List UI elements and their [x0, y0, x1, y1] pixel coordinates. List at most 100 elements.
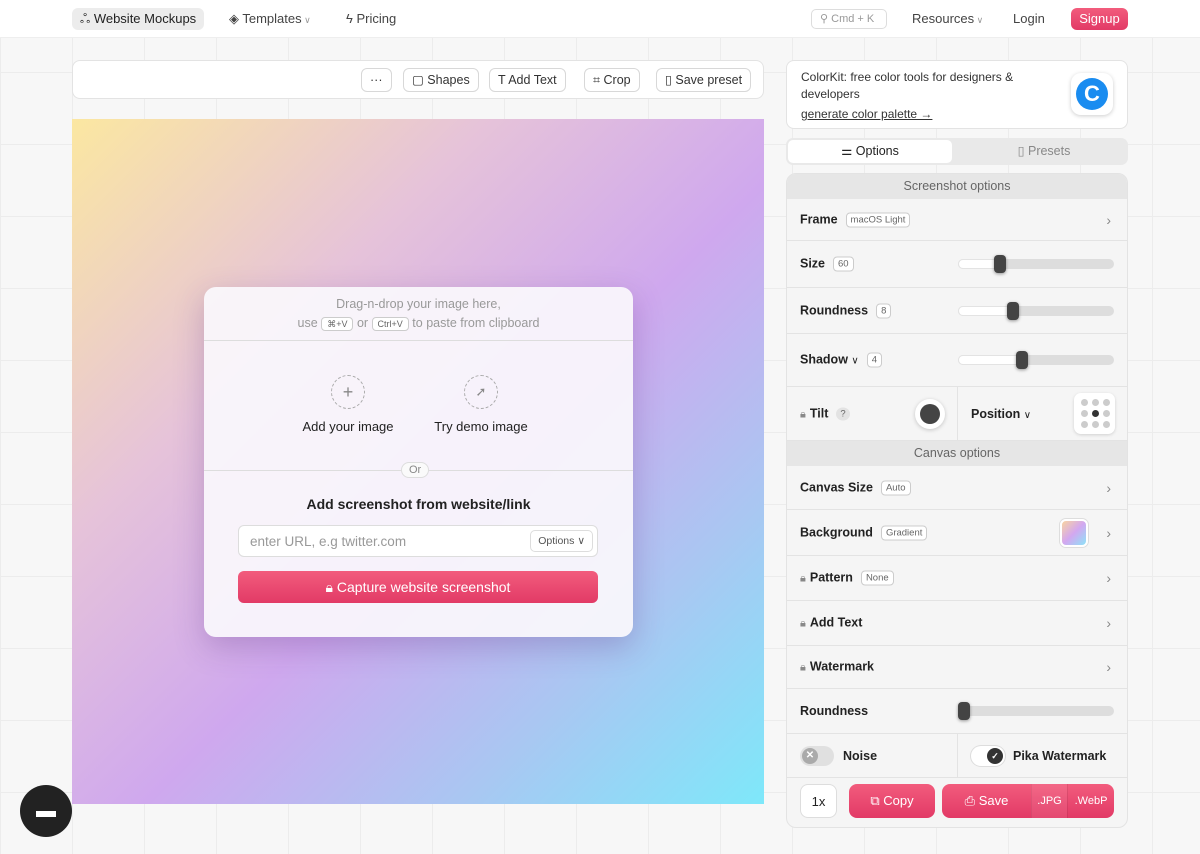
tab-options[interactable]: ⚌ Options [788, 140, 952, 163]
position-dot[interactable] [1103, 421, 1110, 428]
size-slider[interactable] [958, 255, 1114, 273]
copy-icon: ⧉ [870, 793, 884, 808]
position-dot[interactable] [1092, 421, 1099, 428]
roundness-row: Roundness 8 [787, 288, 1127, 334]
export-bar: 1x ⧉ Copy ⎙ Save .JPG .WebP [787, 776, 1127, 827]
text-icon: T [498, 73, 509, 87]
tilt-knob[interactable] [915, 399, 945, 429]
cursor-icon: ➚ [464, 375, 498, 409]
chat-icon: ▬ [36, 800, 56, 822]
editor-toolbar: ··· ▢ Shapes T Add Text ⌗ Crop ▯ Save pr… [72, 60, 764, 99]
frame-row[interactable]: Frame macOS Light › [787, 199, 1127, 241]
canvas-roundness-row: Roundness [787, 689, 1127, 734]
options-panel: Screenshot options Frame macOS Light › Siz… [786, 173, 1128, 828]
mockup-canvas[interactable]: Drag-n-drop your image here, use ⌘+V or … [72, 119, 764, 804]
save-preset-button[interactable]: ▯ Save preset [656, 68, 752, 92]
canvas-size-row[interactable]: Canvas Size Auto › [787, 466, 1127, 510]
save-button[interactable]: ⎙ Save [942, 784, 1031, 818]
canvas-roundness-slider[interactable] [958, 702, 1114, 720]
lock-icon: 🔒︎ [325, 579, 337, 595]
save-group: ⎙ Save .JPG .WebP [942, 784, 1114, 818]
chevron-down-icon: ∨ [1023, 409, 1032, 421]
copy-button[interactable]: ⧉ Copy [849, 784, 935, 818]
url-input[interactable]: enter URL, e.g twitter.com Options ∨ [238, 525, 598, 557]
ad-card[interactable]: ColorKit: free color tools for designers… [786, 60, 1128, 129]
chevron-right-icon: › [1106, 570, 1111, 586]
shapes-button[interactable]: ▢ Shapes [403, 68, 479, 92]
kbd-win: Ctrl+V [371, 317, 409, 331]
demo-image-button[interactable]: ➚ Try demo image [431, 375, 531, 434]
background-swatch[interactable] [1060, 519, 1088, 547]
watermark-row[interactable]: 🔒︎ Watermark › [787, 646, 1127, 689]
chevron-right-icon: › [1106, 211, 1111, 228]
more-button[interactable]: ··· [361, 68, 392, 92]
kbd-mac: ⌘+V [321, 317, 354, 331]
position-dot[interactable] [1103, 410, 1110, 417]
add-image-button[interactable]: + Add your image [300, 375, 396, 434]
chat-button[interactable]: ▬ [20, 785, 72, 837]
capture-button[interactable]: 🔒︎ Capture website screenshot [238, 571, 598, 603]
square-icon: ▢ [412, 73, 428, 87]
signup-button[interactable]: Signup [1071, 8, 1128, 30]
login-link[interactable]: Login [1005, 8, 1053, 30]
position-dot[interactable] [1103, 399, 1110, 406]
pattern-row[interactable]: 🔒︎ Pattern None › [787, 556, 1127, 601]
position-dot[interactable] [1092, 399, 1099, 406]
position-grid[interactable] [1074, 393, 1115, 434]
top-nav: ஃ Website Mockups ◈ Templates ∨ ϟ Pricin… [0, 0, 1200, 38]
upload-card: Drag-n-drop your image here, use ⌘+V or … [204, 287, 633, 637]
nav-pricing[interactable]: ϟ Pricing [338, 8, 404, 30]
lock-icon: 🔒︎ [800, 572, 806, 585]
save-jpg-button[interactable]: .JPG [1031, 784, 1067, 818]
ad-link[interactable]: generate color palette → [801, 106, 1113, 123]
crop-icon: ⌗ [593, 73, 604, 87]
search-icon: ⚲ [820, 13, 832, 25]
bolt-icon: ϟ [346, 11, 357, 26]
chevron-down-icon: ∨ [301, 15, 311, 25]
position-dot[interactable] [1092, 410, 1099, 417]
shadow-row: Shadow ∨ 4 [787, 334, 1127, 387]
add-text-button[interactable]: T Add Text [489, 68, 566, 92]
section-header: Screenshot options [787, 174, 1127, 199]
divider: Or [204, 462, 633, 478]
chevron-down-icon: ∨ [974, 15, 984, 25]
noise-toggle[interactable]: ✕ [800, 745, 834, 766]
shadow-slider[interactable] [958, 351, 1114, 369]
roundness-slider[interactable] [958, 301, 1114, 320]
bookmark-icon: ▯ [665, 73, 676, 87]
bookmark-icon: ▯ [1017, 144, 1028, 158]
position-dot[interactable] [1081, 421, 1088, 428]
background-row[interactable]: Background Gradient › [787, 510, 1127, 556]
chevron-right-icon: › [1106, 659, 1111, 675]
nav-templates[interactable]: ◈ Templates ∨ [221, 8, 319, 30]
lock-icon: 🔒︎ [800, 408, 806, 420]
position-dot[interactable] [1081, 410, 1088, 417]
search-button[interactable]: ⚲ Cmd + K [811, 9, 887, 29]
save-webp-button[interactable]: .WebP [1067, 784, 1114, 818]
pika-watermark-toggle[interactable]: ✓ [971, 745, 1005, 766]
options-dropdown[interactable]: Options ∨ [530, 530, 593, 552]
panel-tabs: ⚌ Options ▯ Presets [786, 138, 1128, 165]
nav-resources[interactable]: Resources ∨ [904, 8, 991, 30]
chevron-right-icon: › [1106, 479, 1111, 496]
position-dot[interactable] [1081, 399, 1088, 406]
size-row: Size 60 [787, 241, 1127, 288]
nav-website-mockups[interactable]: ஃ Website Mockups [72, 8, 205, 30]
lock-icon: 🔒︎ [800, 617, 806, 630]
add-text-row[interactable]: 🔒︎ Add Text › [787, 601, 1127, 646]
x-icon: ✕ [802, 747, 818, 764]
scale-select[interactable]: 1x [800, 784, 837, 818]
chevron-down-icon: ∨ [577, 535, 585, 547]
chevron-right-icon: › [1106, 615, 1111, 631]
toggles-row: ✕ Noise ✓ Pika Watermark [787, 734, 1127, 778]
tab-presets[interactable]: ▯ Presets [962, 140, 1126, 163]
templates-icon: ◈ [229, 11, 243, 26]
sliders-icon: ⚌ [841, 144, 856, 158]
file-download-icon: ⎙ [964, 793, 979, 808]
crop-button[interactable]: ⌗ Crop [584, 68, 640, 92]
tilt-position-row: 🔒︎ Tilt? Position ∨ [787, 387, 1127, 441]
section-header: Canvas options [787, 441, 1127, 466]
drop-zone-hint[interactable]: Drag-n-drop your image here, use ⌘+V or … [204, 287, 633, 341]
website-title: Add screenshot from website/link [306, 496, 531, 512]
chevron-right-icon: › [1106, 524, 1111, 541]
